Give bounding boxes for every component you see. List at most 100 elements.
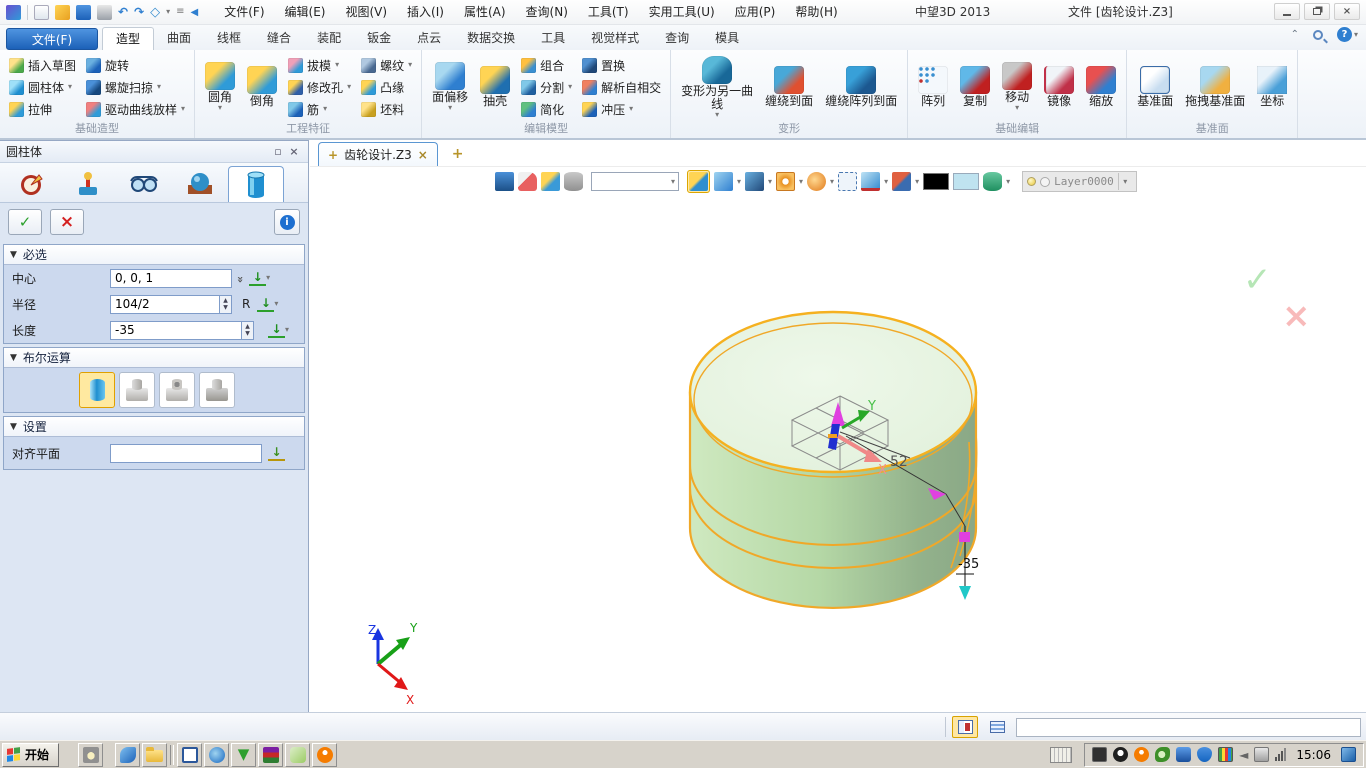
faded-ok-overlay-icon[interactable]: ✓	[1243, 260, 1272, 300]
dropdown-icon[interactable]: ▾	[181, 105, 185, 113]
new-tab-button[interactable]: +	[452, 142, 464, 166]
collapse-left-icon[interactable]: ◀	[191, 7, 199, 18]
input-grid-icon[interactable]	[1218, 747, 1233, 762]
cylinder-button[interactable]: 圆柱体▾	[7, 77, 78, 97]
csys-button[interactable]: 坐标	[1254, 65, 1290, 109]
minimize-button[interactable]	[1274, 3, 1300, 20]
rib-button[interactable]: 筋▾	[286, 99, 353, 119]
print-icon[interactable]	[97, 5, 112, 20]
view-orientation-active[interactable]	[687, 170, 710, 193]
center-input[interactable]	[110, 269, 232, 288]
history-tab[interactable]	[4, 166, 60, 202]
render-mode-icon[interactable]	[807, 172, 826, 191]
customize-qat-icon[interactable]: ≡	[176, 8, 184, 16]
thunder-icon[interactable]	[1176, 747, 1191, 762]
fillet-button[interactable]: 圆角▾	[202, 61, 238, 113]
divide-button[interactable]: 分割▾	[519, 77, 574, 97]
background-swap-icon[interactable]	[892, 172, 911, 191]
tab-assembly[interactable]: 装配	[304, 27, 354, 50]
output-list-button[interactable]	[984, 716, 1010, 738]
folder-button[interactable]	[142, 743, 167, 767]
volume-icon[interactable]: ◄	[1239, 748, 1248, 762]
dim-length-handle[interactable]	[959, 532, 970, 542]
render-tab[interactable]	[172, 166, 228, 202]
menu-edit[interactable]: 编辑(E)	[275, 0, 336, 25]
viewport[interactable]: Y X 52 -35	[310, 196, 1366, 712]
input-tab[interactable]	[60, 166, 116, 202]
eraser-icon[interactable]	[518, 172, 537, 191]
tab-pointcloud[interactable]: 点云	[404, 27, 454, 50]
dim-length-arrow[interactable]	[959, 586, 971, 600]
collapse-ribbon-icon[interactable]: ⌃	[1291, 29, 1299, 40]
network-signal-icon[interactable]	[1275, 748, 1286, 761]
panel-toggle-button[interactable]	[952, 716, 978, 738]
media-player-icon[interactable]	[1092, 747, 1107, 762]
preview-tab[interactable]	[116, 166, 172, 202]
dropdown-icon[interactable]: ▾	[830, 178, 834, 186]
dropdown-icon[interactable]: ▾	[715, 111, 719, 119]
dropdown-icon[interactable]: ▾	[157, 83, 161, 91]
handle-origin[interactable]	[828, 434, 837, 438]
dropdown-icon[interactable]: ▾	[768, 178, 772, 186]
zw3d-launch-button[interactable]	[115, 743, 140, 767]
datum-plane-button[interactable]: 基准面	[1134, 65, 1176, 109]
stock-button[interactable]: 坯料	[359, 99, 414, 119]
length-spinner[interactable]: ▲▼	[242, 321, 254, 340]
replace-button[interactable]: 置换	[580, 55, 663, 75]
chamfer-button[interactable]: 倒角	[244, 65, 280, 109]
combine-button[interactable]: 组合	[519, 55, 574, 75]
resolve-selfintersect-button[interactable]: 解析自相交	[580, 77, 663, 97]
tab-tools[interactable]: 工具	[528, 27, 578, 50]
dropdown-icon[interactable]: ▾	[347, 83, 351, 91]
wrap-to-face-button[interactable]: 缠绕到面	[762, 65, 816, 109]
keyboard-icon[interactable]	[1050, 747, 1072, 763]
boolean-remove-button[interactable]	[159, 372, 195, 408]
shade-mode-icon[interactable]	[714, 172, 733, 191]
dropdown-icon[interactable]: ▾	[915, 178, 919, 186]
radius-mode-label[interactable]: R	[242, 297, 250, 311]
ok-button[interactable]: ✓	[8, 209, 42, 235]
undo-icon[interactable]: ↶	[118, 5, 128, 19]
pattern-button[interactable]: 阵列	[915, 65, 951, 109]
regen-icon[interactable]: ◇	[150, 5, 160, 20]
length-input[interactable]	[110, 321, 242, 340]
wrap-pattern-to-face-button[interactable]: 缠绕阵列到面	[822, 65, 900, 109]
section-header[interactable]: ▼必选	[4, 245, 304, 265]
restore-button[interactable]	[1304, 3, 1330, 20]
dropdown-icon[interactable]: ▾	[568, 83, 572, 91]
menu-inquire[interactable]: 查询(N)	[516, 0, 578, 25]
layer-combobox[interactable]: Layer0000 ▾	[1022, 171, 1137, 192]
panel-close-button[interactable]: ×	[286, 145, 302, 158]
section-view-icon[interactable]	[861, 172, 880, 191]
boolean-base-button[interactable]	[79, 372, 115, 408]
clock[interactable]: 15:06	[1296, 748, 1331, 762]
screenshot-tool-button[interactable]	[78, 743, 103, 767]
menu-file[interactable]: 文件(F)	[214, 0, 274, 25]
section-header[interactable]: ▼布尔运算	[4, 348, 304, 368]
pick-from-screen-icon[interactable]: ↓	[257, 296, 274, 312]
pick-from-screen-icon[interactable]: ↓	[268, 445, 285, 461]
boolean-intersect-button[interactable]	[199, 372, 235, 408]
pick-from-screen-icon[interactable]: ↓	[249, 270, 266, 286]
section-header[interactable]: ▼设置	[4, 417, 304, 437]
lip-button[interactable]: 凸缘	[359, 77, 414, 97]
zoom-window-icon[interactable]	[838, 172, 857, 191]
insert-sketch-button[interactable]: 插入草图	[7, 55, 78, 75]
contacts-tray-icon[interactable]	[1134, 747, 1149, 762]
boolean-add-button[interactable]	[119, 372, 155, 408]
menu-view[interactable]: 视图(V)	[335, 0, 397, 25]
panel-restore-button[interactable]: ▫	[270, 145, 286, 158]
align-plane-input[interactable]	[110, 444, 262, 463]
help-dropdown-icon[interactable]: ▾	[1354, 31, 1358, 39]
help-icon[interactable]: ?	[1337, 27, 1352, 42]
morph-to-curve-button[interactable]: 变形为另一曲线▾	[678, 55, 756, 120]
move-button[interactable]: 移动▾	[999, 61, 1035, 113]
punch-button[interactable]: 冲压▾	[580, 99, 663, 119]
color-black-swatch[interactable]	[923, 173, 949, 190]
notes-button[interactable]	[285, 743, 310, 767]
file-menu-button[interactable]: 文件(F)	[6, 28, 98, 50]
tab-surface[interactable]: 曲面	[154, 27, 204, 50]
helix-sweep-button[interactable]: 螺旋扫掠▾	[84, 77, 187, 97]
faded-cancel-overlay-icon[interactable]: ×	[1282, 296, 1311, 336]
pick-from-screen-icon[interactable]: ↓	[268, 322, 285, 338]
